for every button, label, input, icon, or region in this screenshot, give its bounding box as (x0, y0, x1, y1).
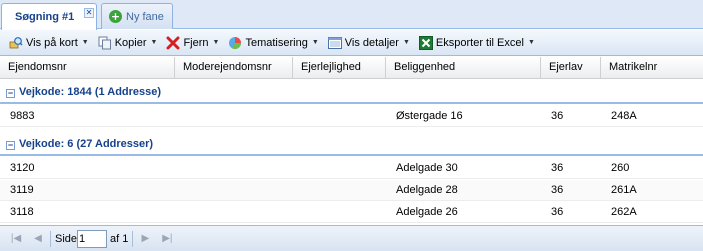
map-zoom-icon (9, 36, 23, 50)
page-label: Side (55, 232, 78, 245)
table-row[interactable]: 3118 Adelgade 26 36 262A (0, 202, 703, 223)
previous-page-icon[interactable]: ◀ (30, 231, 46, 247)
cell-moderejendomsnr (175, 158, 185, 179)
grid-body: − Vejkode: 1844 (1 Addresse) 9883 Østerg… (0, 80, 703, 225)
close-icon[interactable]: ✕ (84, 8, 94, 18)
column-header-ejerlejlighed[interactable]: Ejerlejlighed (293, 57, 386, 79)
collapse-icon[interactable]: − (6, 89, 15, 98)
column-header-beliggenhed[interactable]: Beliggenhed (386, 57, 541, 79)
remove-label: Fjern (183, 36, 209, 49)
cell-beliggenhed: Adelgade 30 (396, 162, 458, 174)
excel-icon (418, 35, 433, 50)
tab-label: Søgning #1 (15, 11, 75, 23)
toolbar: Vis på kort ▼ Kopier ▼ Fjern ▼ Tematiser… (0, 30, 703, 56)
show-on-map-button[interactable]: Vis på kort ▼ (6, 33, 92, 53)
red-x-icon (166, 36, 180, 50)
pie-chart-icon (228, 36, 242, 50)
column-header-ejendomsnr[interactable]: Ejendomsnr (0, 57, 175, 79)
column-header-matrikelnr[interactable]: Matrikelnr (601, 57, 703, 79)
copy-icon (98, 36, 112, 50)
remove-button[interactable]: Fjern ▼ (163, 33, 222, 53)
cell-ejendomsnr: 3119 (10, 184, 34, 196)
chevron-down-icon: ▼ (150, 39, 158, 46)
cell-beliggenhed: Østergade 16 (396, 110, 463, 122)
group-title: Vejkode: 1844 (1 Addresse) (19, 86, 162, 98)
paging-toolbar: |◀ ◀ Side af 1 ▶ ▶| (0, 225, 703, 251)
chevron-down-icon: ▼ (81, 39, 89, 46)
cell-ejerlav: 36 (551, 184, 564, 196)
cell-ejendomsnr: 3120 (10, 162, 35, 174)
cell-ejerlav: 36 (551, 110, 564, 122)
collapse-icon[interactable]: − (6, 141, 15, 150)
separator (50, 230, 51, 247)
details-list-icon (327, 36, 342, 50)
plus-icon: + (109, 10, 122, 23)
tab-new[interactable]: + Ny fane (101, 3, 173, 29)
cell-ejerlav: 36 (551, 206, 564, 218)
show-details-button[interactable]: Vis detaljer ▼ (325, 33, 413, 53)
last-page-icon[interactable]: ▶| (159, 231, 175, 247)
grid-header: Ejendomsnr Moderejendomsnr Ejerlejlighed… (0, 57, 703, 79)
tab-strip: Søgning #1 ✕ + Ny fane (0, 0, 703, 30)
cell-moderejendomsnr (175, 106, 185, 127)
cell-ejendomsnr: 9883 (10, 110, 35, 122)
page-number-input[interactable] (77, 229, 108, 248)
show-on-map-label: Vis på kort (26, 36, 78, 49)
show-details-label: Vis detaljer (344, 36, 399, 49)
table-row[interactable]: 3119 Adelgade 28 36 261A (0, 180, 703, 201)
chevron-down-icon: ▼ (402, 39, 410, 46)
cell-moderejendomsnr (175, 202, 185, 223)
cell-moderejendomsnr (175, 180, 185, 201)
column-header-ejerlav[interactable]: Ejerlav (541, 57, 601, 79)
first-page-icon[interactable]: |◀ (8, 231, 24, 247)
thematic-label: Tematisering (245, 36, 308, 49)
separator (132, 230, 134, 247)
chevron-down-icon: ▼ (311, 39, 319, 46)
cell-beliggenhed: Adelgade 26 (396, 206, 458, 218)
cell-matrikelnr: 260 (611, 162, 630, 174)
cell-ejerlejlighed (293, 158, 303, 179)
chevron-down-icon: ▼ (212, 39, 220, 46)
export-excel-label: Eksporter til Excel (435, 36, 524, 49)
cell-matrikelnr: 262A (611, 206, 637, 218)
tab-search-1[interactable]: Søgning #1 ✕ (1, 3, 97, 30)
group-title: Vejkode: 6 (27 Addresser) (19, 138, 154, 150)
thematic-button[interactable]: Tematisering ▼ (225, 33, 321, 53)
cell-matrikelnr: 248A (611, 110, 637, 122)
group-header[interactable]: − Vejkode: 1844 (1 Addresse) (0, 80, 703, 104)
table-row[interactable]: 3120 Adelgade 30 36 260 (0, 158, 703, 179)
cell-ejerlejlighed (293, 202, 303, 223)
next-page-icon[interactable]: ▶ (137, 231, 153, 247)
table-row[interactable]: 9883 Østergade 16 36 248A (0, 106, 703, 127)
cell-ejendomsnr: 3118 (10, 206, 34, 218)
cell-ejerlav: 36 (551, 162, 564, 174)
cell-beliggenhed: Adelgade 28 (396, 184, 458, 196)
chevron-down-icon: ▼ (527, 39, 535, 46)
copy-button[interactable]: Kopier ▼ (95, 33, 161, 53)
page-total-label: af 1 (110, 232, 129, 245)
cell-matrikelnr: 261A (611, 184, 637, 196)
group-header[interactable]: − Vejkode: 6 (27 Addresser) (0, 132, 703, 156)
copy-label: Kopier (114, 36, 147, 49)
tab-label: Ny fane (126, 10, 164, 23)
column-header-moderejendomsnr[interactable]: Moderejendomsnr (175, 57, 293, 79)
cell-ejerlejlighed (293, 106, 303, 127)
cell-ejerlejlighed (293, 180, 303, 201)
export-excel-button[interactable]: Eksporter til Excel ▼ (416, 33, 538, 53)
